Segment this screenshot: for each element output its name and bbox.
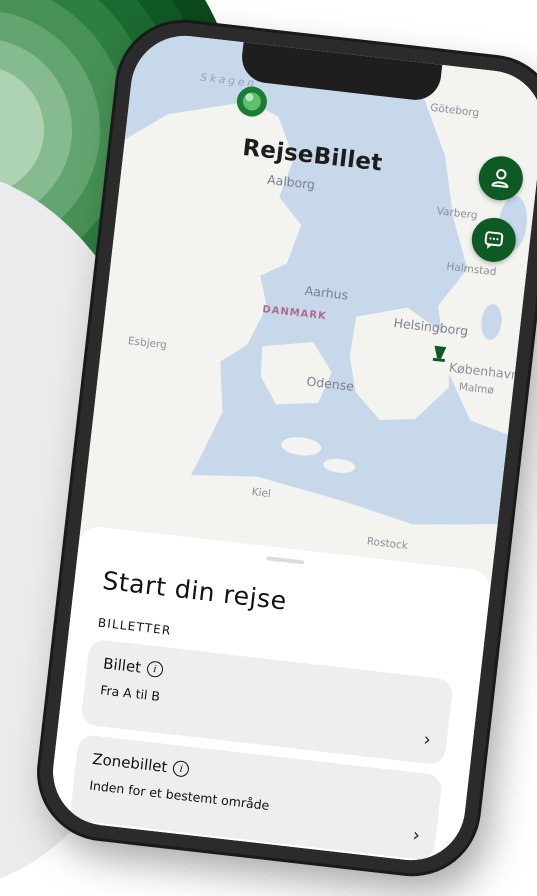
- chevron-right-icon: ›: [411, 824, 422, 847]
- phone-screen: Skagen Göteborg Aalborg Varberg Halmstad…: [47, 30, 537, 866]
- ticket-option-subtitle: Fra A til B: [99, 682, 161, 704]
- section-label-tickets: BILLETTER: [97, 615, 173, 638]
- ticket-option-title: Billet: [102, 654, 143, 677]
- map-label-kiel: Kiel: [251, 486, 272, 501]
- ticket-option-title: Zonebillet: [91, 749, 169, 777]
- sheet-drag-handle[interactable]: [266, 556, 305, 565]
- info-icon[interactable]: i: [146, 660, 164, 679]
- sheet-title: Start din rejse: [101, 565, 289, 616]
- person-icon: [491, 169, 509, 189]
- chat-icon: [484, 231, 504, 249]
- bottom-sheet[interactable]: Start din rejse BILLETTER Billet i Fra A…: [47, 524, 493, 866]
- info-icon[interactable]: i: [172, 759, 191, 778]
- ticket-option-subtitle: Inden for et bestemt område: [88, 777, 271, 813]
- chevron-right-icon: ›: [422, 729, 432, 751]
